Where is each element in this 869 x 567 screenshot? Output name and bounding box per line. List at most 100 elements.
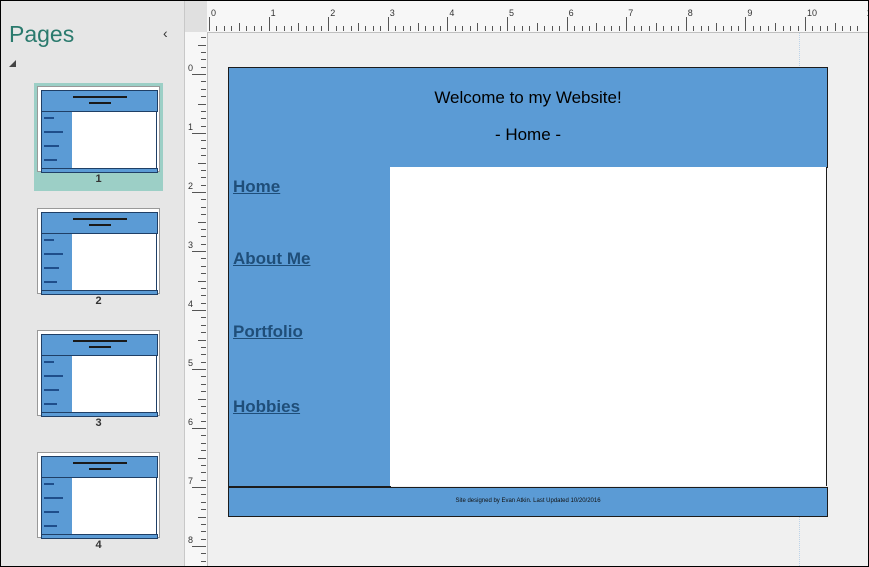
ruler-tick [198, 44, 206, 46]
nav-link-hobbies[interactable]: Hobbies [233, 397, 300, 417]
ruler-tick [492, 26, 494, 31]
ruler-tick [201, 51, 206, 53]
ruler-tick [261, 26, 263, 31]
thumbnail-nav-line [44, 497, 63, 499]
site-nav[interactable]: Home About Me Portfolio Hobbies [228, 167, 391, 487]
ruler-tick [201, 155, 206, 157]
ruler-tick [201, 96, 206, 98]
ruler-number: 4 [449, 8, 455, 18]
ruler-tick [238, 23, 240, 31]
ruler-tick [192, 428, 206, 429]
ruler-tick [507, 17, 508, 31]
ruler-tick [192, 192, 206, 193]
thumbnail-nav-line [44, 403, 57, 405]
site-content-area[interactable] [390, 167, 827, 486]
ruler-tick [663, 26, 665, 31]
thumbnail-nav-line [44, 483, 54, 485]
ruler-tick [201, 442, 206, 444]
ruler-tick [201, 302, 206, 304]
pages-pane-title: Pages [9, 21, 75, 47]
page-thumbnail-1[interactable]: 1 [34, 83, 163, 191]
ruler-tick [320, 26, 322, 31]
ruler-number: 4 [188, 299, 194, 309]
site-footer[interactable]: Site designed by Evan Atkin. Last Update… [228, 487, 828, 517]
ruler-tick [201, 332, 206, 334]
ruler-tick [447, 17, 449, 31]
ruler-tick [192, 74, 206, 75]
site-header[interactable]: Welcome to my Website! - Home - [228, 67, 828, 168]
nav-link-about-me[interactable]: About Me [233, 249, 310, 269]
ruler-tick [268, 17, 270, 31]
ruler-tick [192, 546, 206, 547]
ruler-tick [201, 214, 206, 216]
thumbnail-nav-line [44, 267, 59, 269]
ruler-tick [201, 346, 206, 348]
ruler-tick [201, 59, 206, 61]
ruler-tick [544, 26, 546, 31]
horizontal-ruler[interactable]: 01234567891011 [207, 1, 869, 33]
site-title[interactable]: Welcome to my Website! [229, 88, 827, 108]
chevron-left-icon[interactable]: ‹ [163, 25, 168, 41]
ruler-tick [767, 26, 769, 31]
ruler-tick [402, 26, 404, 31]
ruler-number: 0 [211, 8, 217, 18]
thumbnail-nav-line [44, 511, 59, 513]
ruler-number: 6 [568, 8, 574, 18]
ruler-tick [648, 26, 650, 31]
ruler-tick [313, 26, 315, 31]
ruler-tick [198, 457, 206, 459]
ruler-tick [477, 23, 479, 31]
ruler-tick [603, 26, 605, 31]
ruler-tick [372, 26, 374, 31]
ruler-tick [201, 147, 206, 149]
thumbnail-content [72, 111, 157, 168]
ruler-tick [410, 26, 412, 31]
ruler-number: 1 [270, 8, 276, 18]
ruler-number: 7 [628, 8, 634, 18]
ruler-tick [192, 133, 206, 134]
ruler-tick [529, 26, 531, 31]
site-subtitle[interactable]: - Home - [229, 125, 827, 145]
ruler-tick [201, 273, 206, 275]
ruler-tick [395, 26, 397, 31]
ruler-tick [723, 26, 725, 31]
page-thumbnail-4[interactable]: 4 [34, 449, 163, 557]
ruler-tick [198, 516, 206, 518]
ruler-tick [745, 17, 747, 31]
thumbnail-subtitle-line [88, 346, 111, 348]
ruler-tick [198, 162, 206, 164]
footer-text[interactable]: Site designed by Evan Atkin. Last Update… [229, 498, 827, 504]
ruler-tick [633, 26, 635, 31]
ruler-tick [626, 17, 628, 31]
ruler-tick [812, 26, 814, 31]
ruler-tick [216, 26, 218, 31]
ruler-tick [201, 376, 206, 378]
ruler-tick [201, 184, 206, 186]
thumbnail-nav-line [44, 375, 63, 377]
ruler-tick [596, 23, 598, 31]
vertical-ruler[interactable]: 0 1 2 3 4 5 6 7 8 [185, 32, 208, 566]
nav-link-portfolio[interactable]: Portfolio [233, 322, 303, 342]
ruler-number: 0 [188, 63, 194, 73]
thumbnail-content [72, 477, 157, 534]
ruler-number: 5 [509, 8, 515, 18]
ruler-tick [298, 23, 300, 31]
ruler-tick [685, 17, 687, 31]
ruler-tick [192, 251, 206, 252]
nav-link-home[interactable]: Home [233, 177, 280, 197]
thumbnail-content [72, 233, 157, 290]
ruler-tick [201, 110, 206, 112]
expand-triangle-icon[interactable] [9, 60, 16, 67]
page-thumbnail-2[interactable]: 2 [34, 205, 163, 313]
thumbnail-title-line [72, 218, 127, 220]
thumbnail-preview [37, 86, 160, 173]
ruler-tick [201, 265, 206, 267]
thumbnail-preview [37, 330, 160, 417]
ruler-tick [283, 26, 285, 31]
ruler-tick [201, 435, 206, 437]
page-thumbnail-3[interactable]: 3 [34, 327, 163, 435]
ruler-tick [201, 228, 206, 230]
ruler-tick [641, 26, 643, 31]
ruler-tick [201, 538, 206, 540]
thumbnail-nav-line [44, 361, 54, 363]
